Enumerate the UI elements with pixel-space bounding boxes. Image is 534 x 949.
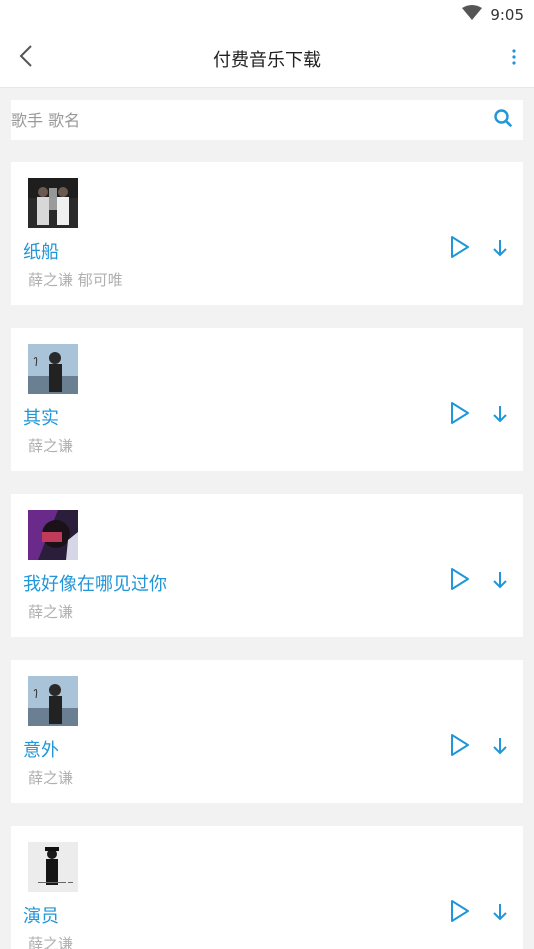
song-item[interactable]: 演员 薛之谦 <box>11 826 523 949</box>
download-button[interactable] <box>488 569 512 595</box>
singer-name: 薛之谦 <box>28 437 74 455</box>
download-button[interactable] <box>488 901 512 927</box>
play-icon <box>450 899 470 927</box>
more-options-button[interactable] <box>502 44 526 74</box>
play-icon <box>450 567 470 595</box>
chevron-left-icon <box>19 44 33 72</box>
song-item[interactable]: 意外 薛之谦 <box>11 660 523 803</box>
singer-name: 薛之谦 <box>28 935 74 949</box>
download-icon <box>492 736 508 760</box>
play-button[interactable] <box>447 734 473 760</box>
download-button[interactable] <box>488 237 512 263</box>
song-item[interactable]: 纸船 薛之谦 郁可唯 <box>11 162 523 305</box>
play-button[interactable] <box>447 236 473 262</box>
song-item[interactable]: 我好像在哪见过你 薛之谦 <box>11 494 523 637</box>
singer-name: 薛之谦 郁可唯 <box>28 271 123 289</box>
singer-name: 薛之谦 <box>28 603 74 621</box>
album-cover <box>28 178 78 228</box>
album-cover <box>28 676 78 726</box>
album-cover <box>28 510 78 560</box>
song-list: 纸船 薛之谦 郁可唯 其实 薛之谦 我好像在哪见过你 薛之谦 意外 薛之谦 演员… <box>11 162 523 949</box>
download-icon <box>492 404 508 428</box>
status-time: 9:05 <box>490 6 524 24</box>
download-icon <box>492 238 508 262</box>
play-button[interactable] <box>447 402 473 428</box>
song-title: 我好像在哪见过你 <box>23 574 167 595</box>
download-button[interactable] <box>488 403 512 429</box>
song-item[interactable]: 其实 薛之谦 <box>11 328 523 471</box>
page-title: 付费音乐下载 <box>213 50 321 71</box>
play-icon <box>450 733 470 761</box>
header: 付费音乐下载 <box>0 30 534 88</box>
download-button[interactable] <box>488 735 512 761</box>
search-button[interactable] <box>483 100 523 140</box>
search-input[interactable] <box>11 100 483 140</box>
album-cover <box>28 842 78 892</box>
status-right: 9:05 <box>462 5 524 25</box>
song-title: 纸船 <box>23 242 59 263</box>
song-title: 演员 <box>23 906 59 927</box>
search-bar <box>11 100 523 140</box>
play-button[interactable] <box>447 568 473 594</box>
song-title: 其实 <box>23 408 59 429</box>
play-icon <box>450 235 470 263</box>
download-icon <box>492 902 508 926</box>
download-icon <box>492 570 508 594</box>
back-button[interactable] <box>10 42 42 74</box>
play-button[interactable] <box>447 900 473 926</box>
status-bar: 9:05 <box>0 0 534 30</box>
song-title: 意外 <box>23 740 59 761</box>
search-icon <box>493 108 513 132</box>
play-icon <box>450 401 470 429</box>
more-vert-icon <box>511 49 517 69</box>
singer-name: 薛之谦 <box>28 769 74 787</box>
wifi-icon <box>462 5 483 25</box>
album-cover <box>28 344 78 394</box>
